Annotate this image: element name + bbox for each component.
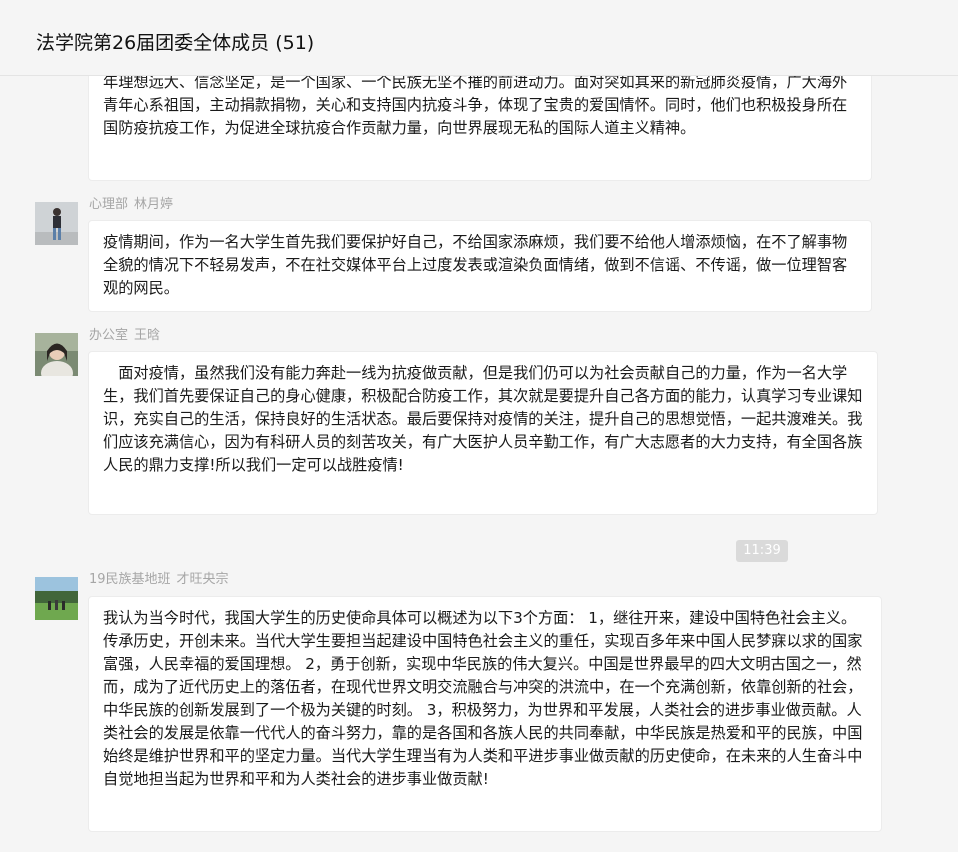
timestamp: 11:39 [736, 540, 788, 562]
message-bubble[interactable]: 年理想远大、信念坚定，是一个国家、一个民族无坚不摧的前进动力。面对突如其来的新冠… [88, 76, 872, 181]
message-bubble[interactable]: 面对疫情，虽然我们没有能力奔赴一线为抗疫做贡献，但是我们仍可以为社会贡献自己的力… [88, 351, 878, 515]
sender-label: 心理部 林月婷 [89, 197, 173, 213]
chat-title: 法学院第26届团委全体成员 (51) [36, 32, 315, 54]
sender-label: 办公室 王晗 [89, 328, 160, 344]
message-list[interactable]: 年理想远大、信念坚定，是一个国家、一个民族无坚不摧的前进动力。面对突如其来的新冠… [0, 76, 958, 852]
message-text: 疫情期间，作为一名大学生首先我们要保护好自己，不给国家添麻烦，我们要不给他人增添… [103, 233, 848, 297]
sender-name: 才旺央宗 [176, 572, 229, 587]
avatar[interactable] [35, 577, 78, 620]
message-text: 年理想远大、信念坚定，是一个国家、一个民族无坚不摧的前进动力。面对突如其来的新冠… [103, 76, 848, 137]
sender-dept: 19民族基地班 [89, 572, 171, 587]
sender-label: 19民族基地班 才旺央宗 [89, 572, 229, 588]
message-bubble[interactable]: 疫情期间，作为一名大学生首先我们要保护好自己，不给国家添麻烦，我们要不给他人增添… [88, 220, 872, 312]
message-text: 我认为当今时代，我国大学生的历史使命具体可以概述为以下3个方面： 1，继往开来，… [103, 609, 863, 788]
message-bubble[interactable]: 我认为当今时代，我国大学生的历史使命具体可以概述为以下3个方面： 1，继往开来，… [88, 596, 882, 832]
sender-name: 林月婷 [134, 197, 174, 212]
sender-dept: 办公室 [89, 328, 129, 343]
sender-dept: 心理部 [89, 197, 129, 212]
chat-header: 法学院第26届团委全体成员 (51) [0, 0, 958, 76]
avatar[interactable] [35, 333, 78, 376]
message-text: 面对疫情，虽然我们没有能力奔赴一线为抗疫做贡献，但是我们仍可以为社会贡献自己的力… [103, 364, 863, 474]
avatar[interactable] [35, 202, 78, 245]
sender-name: 王晗 [134, 328, 161, 343]
